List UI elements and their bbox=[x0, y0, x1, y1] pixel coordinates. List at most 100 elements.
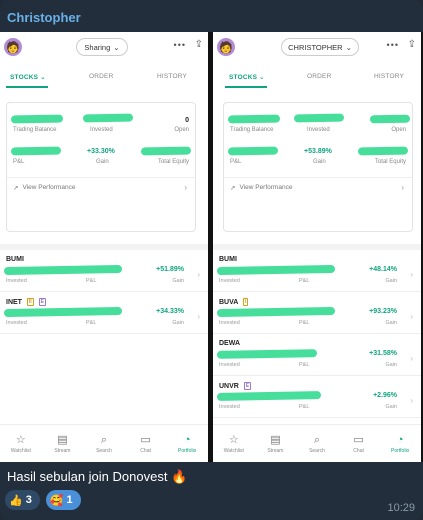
summary-label: Total Equity bbox=[157, 159, 189, 165]
chevron-down-icon: ⌄ bbox=[345, 42, 352, 52]
ticker: DEWA bbox=[219, 340, 240, 347]
ticker-symbol: BUMI bbox=[6, 256, 24, 263]
chevron-right-icon: › bbox=[184, 183, 187, 192]
nav-chat[interactable]: ▭ Chat bbox=[128, 434, 164, 454]
stock-badge: I bbox=[243, 298, 249, 306]
portfolio-screen-left: 🧑 Sharing ⌄ ••• ⇪ STOCKS ⌄ ORDER HISTORY… bbox=[0, 32, 208, 462]
trend-icon: ↗ bbox=[230, 184, 236, 192]
summary-label: P&L bbox=[230, 159, 242, 165]
sender-name[interactable]: Christopher bbox=[7, 10, 81, 25]
smiling-hearts-icon: 🥰 bbox=[49, 494, 64, 507]
ticker: BUMI bbox=[6, 256, 24, 263]
reaction-smiling-hearts[interactable]: 🥰 1 bbox=[45, 490, 81, 510]
summary-label: Open bbox=[174, 127, 189, 133]
tab-indicator bbox=[6, 86, 48, 88]
tab-order[interactable]: ORDER bbox=[307, 73, 331, 80]
account-selector-label: CHRISTOPHER bbox=[288, 42, 343, 52]
account-selector[interactable]: CHRISTOPHER ⌄ bbox=[281, 38, 359, 56]
nav-stream[interactable]: ▤ Stream bbox=[257, 434, 293, 454]
stream-icon: ▤ bbox=[270, 433, 281, 446]
ticker: BUVA I bbox=[219, 298, 249, 306]
gain-label: Gain bbox=[172, 278, 184, 284]
avatar[interactable]: 🧑 bbox=[217, 38, 235, 56]
chat-icon: ▭ bbox=[353, 433, 364, 446]
gain-label: Gain bbox=[385, 320, 397, 326]
portfolio-tabs: STOCKS ⌄ ORDER HISTORY bbox=[0, 68, 208, 88]
nav-search[interactable]: ⌕ Search bbox=[299, 434, 335, 454]
nav-watchlist[interactable]: ☆ Watchlist bbox=[216, 434, 252, 454]
redaction-mark bbox=[369, 114, 411, 124]
summary-label: Gain bbox=[313, 159, 326, 165]
ticker-symbol: DEWA bbox=[219, 340, 240, 347]
ticker-symbol: BUVA bbox=[219, 298, 239, 306]
nav-label: Stream bbox=[267, 447, 284, 454]
invested-label: Invested bbox=[219, 320, 240, 326]
portfolio-icon: ◔ bbox=[183, 433, 191, 446]
avatar[interactable]: 🧑 bbox=[4, 38, 22, 56]
nav-label: Portfolio bbox=[391, 447, 410, 454]
reactions: 👍 3 🥰 1 bbox=[5, 490, 81, 510]
account-selector[interactable]: Sharing ⌄ bbox=[76, 38, 128, 56]
more-icon[interactable]: ••• bbox=[387, 40, 399, 50]
gain-label: Gain bbox=[172, 320, 184, 326]
reaction-thumbs-up[interactable]: 👍 3 bbox=[5, 490, 40, 510]
redaction-mark bbox=[140, 146, 192, 156]
gain-percent: +34.33% bbox=[156, 308, 184, 315]
tab-history[interactable]: HISTORY bbox=[374, 73, 404, 80]
invested-label: Invested bbox=[6, 278, 27, 284]
attached-screenshots[interactable]: 🧑 Sharing ⌄ ••• ⇪ STOCKS ⌄ ORDER HISTORY… bbox=[0, 32, 423, 462]
nav-portfolio[interactable]: ◔ Portfolio bbox=[169, 434, 205, 454]
chat-message[interactable]: Christopher 🧑 Sharing ⌄ ••• ⇪ STOCKS ⌄ O… bbox=[0, 0, 423, 520]
redaction-mark bbox=[216, 264, 336, 276]
message-caption: Hasil sebulan join Donovest 🔥 bbox=[7, 469, 188, 484]
stock-badge-secondary: E bbox=[38, 298, 46, 306]
ticker-symbol: UNVR bbox=[219, 382, 239, 390]
stock-badge: II bbox=[26, 298, 34, 306]
view-performance-link[interactable]: ↗ View Performance › bbox=[224, 177, 412, 197]
nav-stream[interactable]: ▤ Stream bbox=[44, 434, 80, 454]
holding-row[interactable]: BUMI Invested P&L +48.14% Gain › bbox=[213, 250, 421, 292]
holding-row[interactable]: DEWA Invested P&L +31.58% Gain › bbox=[213, 334, 421, 376]
chat-icon: ▭ bbox=[140, 433, 151, 446]
pl-label: P&L bbox=[299, 320, 310, 326]
summary-label: Open bbox=[391, 127, 406, 133]
holding-row[interactable]: UNVR E Invested P&L +2.96% Gain › bbox=[213, 376, 421, 418]
nav-watchlist[interactable]: ☆ Watchlist bbox=[3, 434, 39, 454]
chevron-down-icon: ⌄ bbox=[113, 42, 120, 52]
gain-label: Gain bbox=[385, 404, 397, 410]
tab-stocks[interactable]: STOCKS ⌄ bbox=[10, 73, 46, 81]
tab-order[interactable]: ORDER bbox=[89, 73, 113, 80]
share-icon[interactable]: ⇪ bbox=[408, 39, 416, 50]
gain-percent: +31.58% bbox=[369, 350, 397, 357]
summary-card: Trading Balance Invested Open +53.89% P&… bbox=[223, 102, 413, 232]
tab-history[interactable]: HISTORY bbox=[157, 73, 187, 80]
account-selector-label: Sharing bbox=[84, 42, 111, 52]
invested-label: Invested bbox=[219, 404, 240, 410]
nav-search[interactable]: ⌕ Search bbox=[86, 434, 122, 454]
pl-label: P&L bbox=[299, 362, 310, 368]
holding-row[interactable]: BUMI Invested P&L +51.89% Gain › bbox=[0, 250, 208, 292]
holding-row[interactable]: INET II E Invested P&L +34.33% Gain › bbox=[0, 292, 208, 334]
pl-label: P&L bbox=[299, 278, 310, 284]
chevron-right-icon: › bbox=[410, 354, 413, 363]
nav-chat[interactable]: ▭ Chat bbox=[341, 434, 377, 454]
summary-label: Trading Balance bbox=[13, 127, 57, 133]
invested-label: Invested bbox=[219, 278, 240, 284]
redaction-mark bbox=[216, 306, 336, 318]
reaction-count: 3 bbox=[25, 494, 32, 506]
redaction-mark bbox=[216, 391, 322, 401]
app-topbar: 🧑 CHRISTOPHER ⌄ ••• ⇪ bbox=[213, 32, 421, 64]
tab-stocks[interactable]: STOCKS ⌄ bbox=[229, 73, 265, 81]
summary-card: 0 Trading Balance Invested Open +33.30% … bbox=[6, 102, 196, 232]
nav-portfolio[interactable]: ◔ Portfolio bbox=[382, 434, 418, 454]
star-icon: ☆ bbox=[228, 433, 239, 446]
portfolio-tabs: STOCKS ⌄ ORDER HISTORY bbox=[213, 68, 421, 88]
view-performance-link[interactable]: ↗ View Performance › bbox=[7, 177, 195, 197]
nav-label: Chat bbox=[140, 447, 151, 454]
more-icon[interactable]: ••• bbox=[174, 40, 186, 50]
bottom-nav: ☆ Watchlist ▤ Stream ⌕ Search ▭ Chat ◔ Portfo… bbox=[213, 424, 421, 462]
holding-row[interactable]: BUVA I Invested P&L +93.23% Gain › bbox=[213, 292, 421, 334]
redaction-mark bbox=[357, 146, 409, 156]
ticker: INET II E bbox=[6, 298, 46, 306]
share-icon[interactable]: ⇪ bbox=[195, 39, 203, 50]
